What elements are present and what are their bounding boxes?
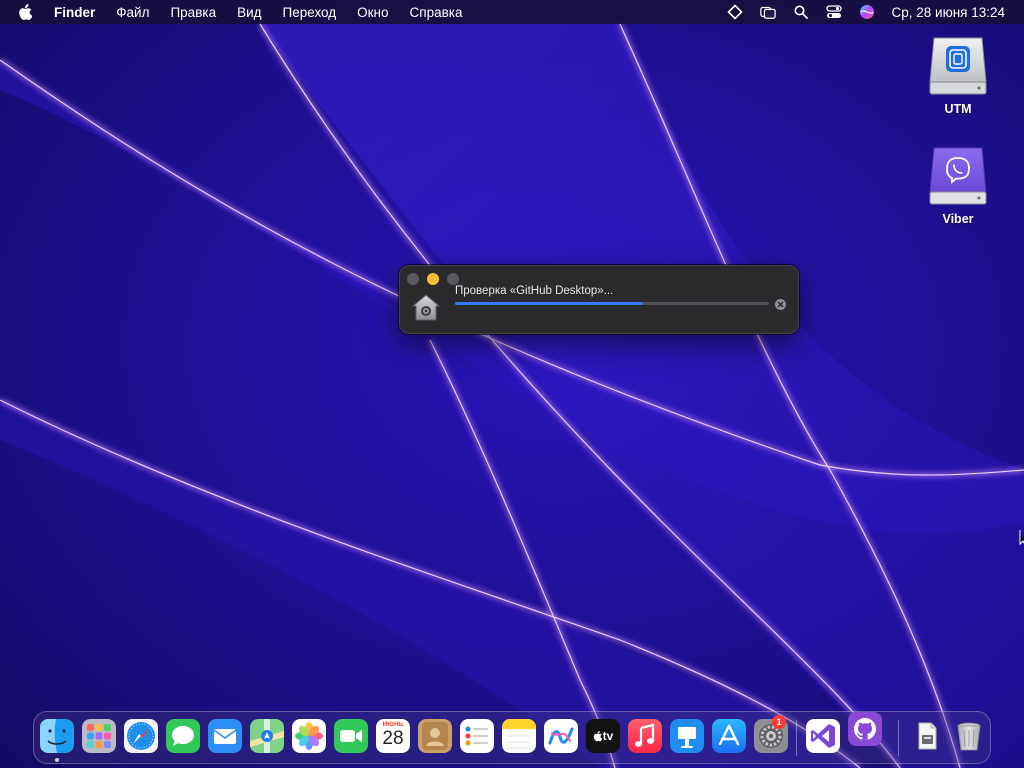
photos-icon [292, 719, 326, 753]
desktop-item-label: Viber [942, 212, 974, 226]
dock-keynote[interactable] [670, 719, 704, 753]
calendar-month: ИЮНЬ [382, 721, 404, 728]
desktop-item-utm[interactable]: UTM [918, 36, 998, 116]
facetime-icon [334, 719, 368, 753]
dock-calendar[interactable]: ИЮНЬ 28 [376, 719, 410, 753]
viber-disk-icon [928, 146, 988, 210]
calendar-day: 28 [382, 728, 404, 749]
menu-window[interactable]: Окно [357, 5, 388, 20]
tv-label: tv [602, 729, 614, 743]
dock-reminders[interactable] [460, 719, 494, 753]
cancel-button[interactable] [775, 299, 786, 310]
dock: ИЮНЬ 28 tv 1 [33, 711, 991, 764]
utm-disk-icon [928, 36, 988, 100]
dock-facetime[interactable] [334, 719, 368, 753]
search-icon[interactable] [793, 4, 809, 20]
close-button[interactable] [407, 273, 419, 285]
desktop-item-viber[interactable]: Viber [918, 146, 998, 226]
menu-help[interactable]: Справка [410, 5, 463, 20]
dock-tv[interactable]: tv [586, 719, 620, 753]
dialog-message: Проверка «GitHub Desktop»... [455, 285, 614, 297]
siri-icon[interactable] [859, 4, 875, 20]
progress-bar [455, 302, 769, 305]
reminders-icon [460, 719, 494, 753]
running-indicator [55, 758, 59, 762]
freeform-icon [544, 719, 578, 753]
minimize-button[interactable] [427, 273, 439, 285]
contacts-icon [418, 719, 452, 753]
apple-menu-icon[interactable] [18, 3, 36, 21]
dock-music[interactable] [628, 719, 662, 753]
github-desktop-icon [848, 712, 882, 746]
menu-clock[interactable]: Ср, 28 июня 13:24 [892, 5, 1006, 20]
menu-go[interactable]: Переход [283, 5, 337, 20]
music-icon [628, 719, 662, 753]
dock-contacts[interactable] [418, 719, 452, 753]
dock-trash[interactable] [952, 719, 986, 753]
visual-studio-icon [811, 724, 835, 748]
maps-icon [250, 719, 284, 753]
messages-icon [166, 719, 200, 753]
dock-separator [796, 720, 797, 756]
downloads-stack-icon [918, 722, 937, 750]
control-center-icon[interactable] [825, 4, 842, 20]
dock-notes[interactable] [502, 719, 536, 753]
launchpad-icon [82, 719, 116, 753]
dock-visual-studio[interactable] [806, 719, 840, 753]
finder-icon [40, 719, 74, 753]
mouse-cursor-icon [1019, 530, 1024, 546]
dock-separator [898, 720, 899, 756]
close-icon [777, 301, 784, 308]
dock-safari[interactable] [124, 719, 158, 753]
dock-app-store[interactable] [712, 719, 746, 753]
zoom-button[interactable] [447, 273, 459, 285]
dock-messages[interactable] [166, 719, 200, 753]
gatekeeper-house-icon [411, 293, 441, 323]
app-store-icon [712, 719, 746, 753]
notification-badge: 1 [772, 715, 786, 729]
progress-bar-fill [455, 302, 644, 305]
menu-file[interactable]: Файл [116, 5, 149, 20]
safari-icon [124, 719, 158, 753]
dock-launchpad[interactable] [82, 719, 116, 753]
tv-icon: tv [586, 719, 620, 753]
diamond-icon[interactable] [726, 4, 743, 20]
dock-maps[interactable] [250, 719, 284, 753]
menu-edit[interactable]: Правка [170, 5, 216, 20]
menu-bar: Finder Файл Правка Вид Переход Окно Спра… [0, 0, 1024, 24]
keynote-icon [670, 719, 704, 753]
calendar-icon: ИЮНЬ 28 [376, 719, 410, 753]
dock-mail[interactable] [208, 719, 242, 753]
mail-icon [208, 719, 242, 753]
dock-photos[interactable] [292, 719, 326, 753]
menu-view[interactable]: Вид [237, 5, 261, 20]
dock-freeform[interactable] [544, 719, 578, 753]
dock-github-desktop[interactable] [848, 712, 882, 746]
menu-app-name[interactable]: Finder [54, 5, 95, 20]
window-stack-icon[interactable] [759, 4, 776, 20]
trash-icon [957, 722, 981, 751]
verification-dialog: Проверка «GitHub Desktop»... [399, 265, 799, 334]
dock-downloads[interactable] [910, 719, 944, 753]
desktop-wallpaper [0, 0, 1024, 768]
dock-finder[interactable] [40, 719, 74, 753]
notes-icon [502, 719, 536, 753]
desktop-item-label: UTM [944, 102, 972, 116]
